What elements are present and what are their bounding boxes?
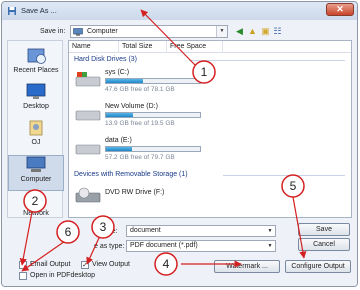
column-name[interactable]: Name bbox=[69, 41, 119, 53]
save-in-label: Save in: bbox=[40, 28, 66, 35]
desktop-icon bbox=[26, 83, 46, 99]
new-folder-icon[interactable]: ▣ bbox=[260, 26, 271, 37]
save-button[interactable]: Save bbox=[298, 223, 350, 236]
drive-name: DVD RW Drive (F:) bbox=[105, 189, 165, 196]
back-icon[interactable]: ◀ bbox=[234, 26, 245, 37]
places-bar: Recent Places Desktop OJ Computer Networ… bbox=[7, 40, 64, 219]
windows-drive-icon bbox=[75, 72, 101, 87]
up-folder-icon[interactable]: ▲ bbox=[247, 26, 258, 37]
drive-f[interactable]: DVD RW Drive (F:) bbox=[75, 183, 275, 213]
drive-name: data (E:) bbox=[105, 137, 132, 144]
close-button[interactable]: ✕ bbox=[326, 3, 354, 16]
column-total-size[interactable]: Total Size bbox=[119, 41, 167, 53]
hard-drive-icon bbox=[75, 110, 101, 121]
drive-name: sys (C:) bbox=[105, 69, 130, 76]
file-name-value: document bbox=[130, 227, 161, 234]
place-label: Recent Places bbox=[13, 67, 59, 74]
place-label: Network bbox=[23, 210, 49, 217]
chevron-down-icon[interactable]: ▼ bbox=[216, 26, 227, 37]
drive-name: New Volume (D:) bbox=[105, 103, 158, 110]
open-in-pdfdesktop-label: Open in PDFdesktop bbox=[30, 272, 95, 279]
place-computer[interactable]: Computer bbox=[8, 155, 64, 191]
file-name-label: name: bbox=[98, 228, 118, 235]
save-type-select[interactable]: PDF document (*.pdf) ▼ bbox=[126, 240, 276, 252]
group-divider bbox=[223, 175, 345, 176]
email-output-label: Email Output bbox=[30, 261, 71, 268]
computer-icon bbox=[73, 28, 83, 36]
drive-usage-fill bbox=[106, 79, 143, 83]
save-in-combo[interactable]: Computer ▼ bbox=[70, 25, 228, 38]
view-output-checkbox[interactable]: ✓ bbox=[81, 261, 89, 269]
place-recent[interactable]: Recent Places bbox=[8, 47, 64, 83]
email-output-checkbox[interactable] bbox=[19, 261, 27, 269]
chevron-down-icon[interactable]: ▼ bbox=[265, 241, 275, 251]
drive-info: 13.9 GB free of 19.5 GB bbox=[105, 120, 175, 127]
drive-usage-bar bbox=[105, 112, 201, 118]
place-user[interactable]: OJ bbox=[8, 119, 64, 155]
title-bar: Save As ... ✕ bbox=[2, 2, 357, 20]
user-folder-icon bbox=[29, 120, 43, 136]
window-title: Save As ... bbox=[21, 6, 57, 15]
computer-icon bbox=[26, 156, 46, 172]
group-hard-disk: Hard Disk Drives (3) bbox=[74, 56, 138, 63]
view-output-label: View Output bbox=[92, 261, 131, 268]
column-free-space[interactable]: Free Space bbox=[167, 41, 223, 53]
view-menu-icon[interactable]: ☷ bbox=[272, 26, 283, 37]
cancel-button[interactable]: Cancel bbox=[298, 238, 350, 251]
save-in-value: Computer bbox=[87, 28, 118, 35]
place-label: Computer bbox=[20, 176, 52, 183]
open-in-pdfdesktop-checkbox[interactable] bbox=[19, 272, 27, 280]
group-removable: Devices with Removable Storage (1) bbox=[74, 171, 188, 178]
recent-places-icon bbox=[27, 48, 46, 64]
save-as-icon bbox=[8, 7, 16, 15]
drive-usage-bar bbox=[105, 146, 201, 152]
group-divider bbox=[189, 60, 345, 61]
dvd-drive-icon bbox=[75, 187, 101, 203]
drive-usage-bar bbox=[105, 78, 201, 84]
hard-drive-icon bbox=[75, 144, 101, 155]
save-type-label: e as type: bbox=[94, 243, 125, 250]
file-list[interactable]: Name Total Size Free Space Hard Disk Dri… bbox=[68, 40, 352, 218]
drive-usage-fill bbox=[106, 113, 134, 117]
watermark-button[interactable]: Watermark ... bbox=[214, 260, 280, 273]
file-name-input[interactable]: document ▼ bbox=[126, 225, 276, 237]
configure-output-button[interactable]: Configure Output bbox=[285, 260, 351, 273]
drive-info: 47.6 GB free of 78.1 GB bbox=[105, 86, 175, 93]
drive-usage-fill bbox=[106, 147, 133, 151]
drive-e[interactable]: data (E:) 57.2 GB free of 79.7 GB bbox=[75, 135, 275, 165]
place-label: OJ bbox=[31, 139, 41, 146]
place-desktop[interactable]: Desktop bbox=[8, 83, 64, 119]
place-network[interactable]: Network bbox=[8, 193, 64, 219]
save-type-value: PDF document (*.pdf) bbox=[130, 242, 198, 249]
chevron-down-icon[interactable]: ▼ bbox=[265, 226, 275, 236]
place-label: Desktop bbox=[23, 103, 49, 110]
save-as-dialog: Save As ... ✕ Save in: Computer ▼ ◀ ▲ ▣ … bbox=[1, 1, 358, 287]
drive-info: 57.2 GB free of 79.7 GB bbox=[105, 154, 175, 161]
drive-c[interactable]: sys (C:) 47.6 GB free of 78.1 GB bbox=[75, 67, 275, 97]
drive-d[interactable]: New Volume (D:) 13.9 GB free of 19.5 GB bbox=[75, 101, 275, 131]
